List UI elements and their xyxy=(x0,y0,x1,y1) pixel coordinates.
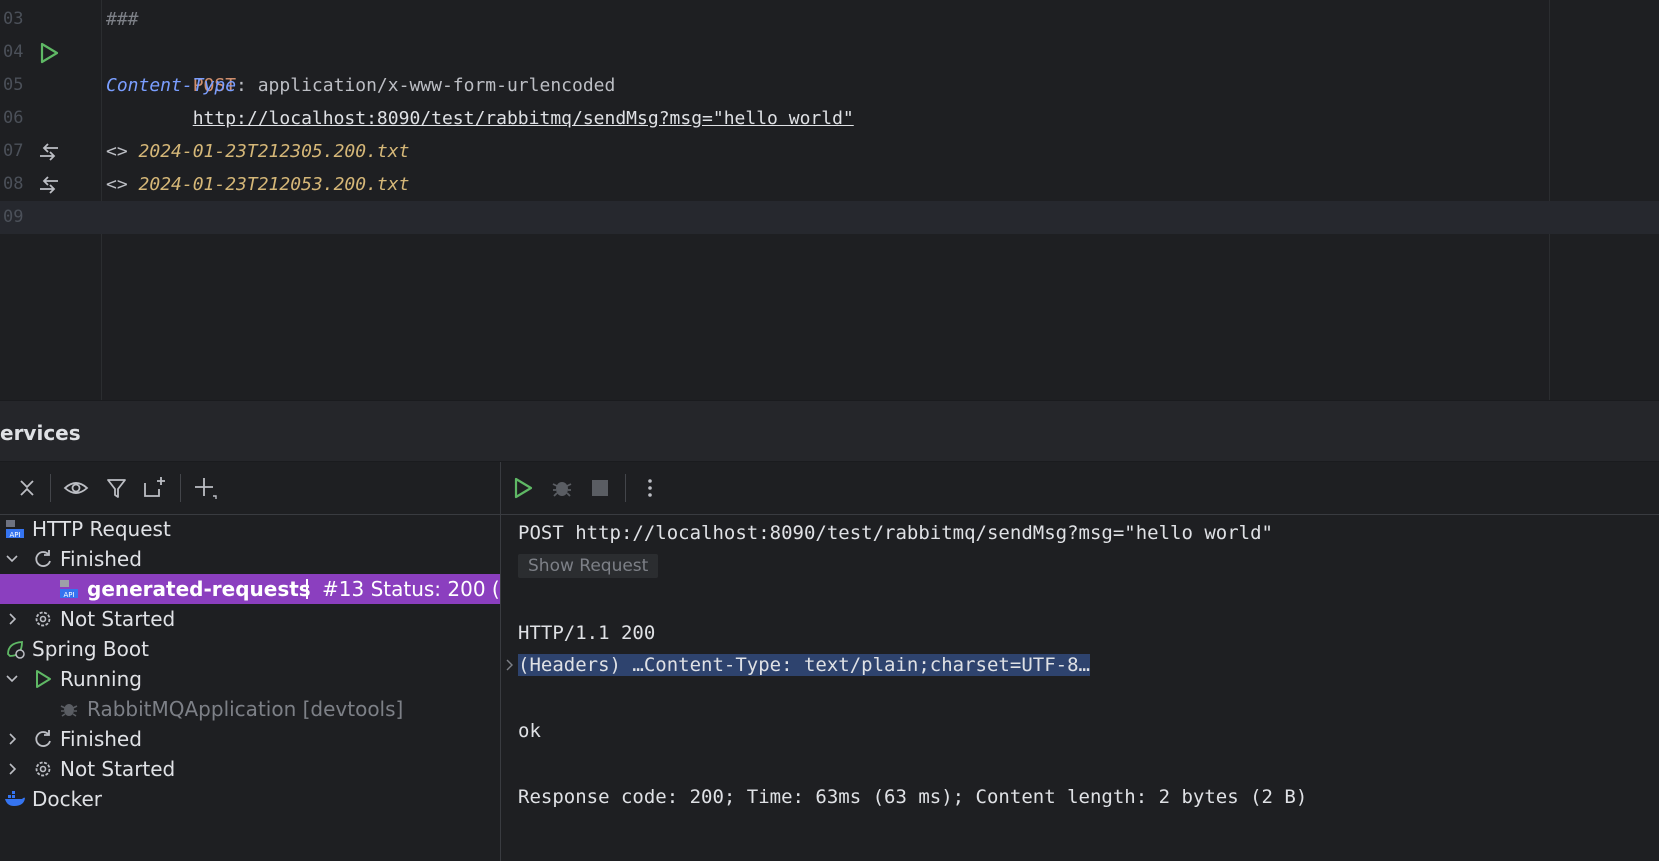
run-icon xyxy=(36,670,51,688)
line-number: 04 xyxy=(3,42,24,62)
add-service-icon[interactable] xyxy=(191,474,219,502)
services-tool-window-header: ervices xyxy=(0,400,1659,462)
eye-icon[interactable] xyxy=(62,474,90,502)
chevron-down-icon[interactable] xyxy=(5,671,19,687)
tree-node-label: Not Started xyxy=(60,607,176,631)
collapse-all-icon[interactable] xyxy=(13,474,41,502)
code-line: 08 <> 2024-01-23T212053.200.txt xyxy=(0,168,1659,201)
services-toolbar xyxy=(0,462,500,515)
line-number: 09 xyxy=(3,207,24,227)
tree-node-not-started[interactable]: Not Started xyxy=(0,604,500,634)
show-request-button[interactable]: Show Request xyxy=(518,554,659,578)
response-file-link[interactable]: 2024-01-23T212053.200.txt xyxy=(139,174,410,195)
code-line: 07 <> 2024-01-23T212305.200.txt xyxy=(0,135,1659,168)
api-icon: API xyxy=(6,520,24,539)
tree-node-label: Finished xyxy=(60,727,142,751)
debug-icon[interactable] xyxy=(548,474,576,502)
tree-node-label: generated-requests xyxy=(87,577,311,601)
header-name: Content-Type xyxy=(106,75,237,96)
gear-icon xyxy=(35,611,51,627)
new-tab-icon[interactable] xyxy=(140,474,168,502)
services-title: ervices xyxy=(0,421,81,445)
output-toolbar xyxy=(501,462,1659,515)
tree-node-docker[interactable]: Docker xyxy=(0,784,500,814)
run-icon[interactable] xyxy=(509,474,537,502)
toolbar-separator xyxy=(180,474,181,502)
header-value: : application/x-www-form-urlencoded xyxy=(236,75,616,96)
headers-fold[interactable]: (Headers) …Content-Type: text/plain;char… xyxy=(518,654,1090,676)
tree-node-label: Spring Boot xyxy=(32,637,149,661)
request-separator: ### xyxy=(106,9,139,30)
tree-node-label: Running xyxy=(60,667,142,691)
response-file-link[interactable]: 2024-01-23T212305.200.txt xyxy=(139,141,410,162)
chevron-right-icon[interactable] xyxy=(5,731,19,747)
tree-node-http-request[interactable]: API HTTP Request xyxy=(0,514,500,544)
chevron-right-icon[interactable] xyxy=(5,761,19,777)
response-summary: Response code: 200; Time: 63ms (63 ms); … xyxy=(518,786,1308,808)
more-options-icon[interactable] xyxy=(636,474,664,502)
code-line: 03 ### xyxy=(0,3,1659,36)
line-number: 08 xyxy=(3,174,24,194)
compare-response-icon[interactable] xyxy=(36,140,62,164)
tree-node-label: Finished xyxy=(60,547,142,571)
stop-icon[interactable] xyxy=(586,474,614,502)
response-marker: <> xyxy=(106,174,139,195)
refresh-icon xyxy=(35,550,51,567)
ide-window: 03 ### 04 POST http://localhost:8090/tes… xyxy=(0,0,1659,861)
tree-node-running[interactable]: Running xyxy=(0,664,500,694)
gear-icon xyxy=(35,761,51,777)
line-number: 07 xyxy=(3,141,24,161)
filter-icon[interactable] xyxy=(103,474,131,502)
run-request-icon[interactable] xyxy=(36,41,62,65)
response-marker: <> xyxy=(106,141,139,162)
chevron-right-icon[interactable] xyxy=(504,658,514,672)
code-line: 04 POST http://localhost:8090/test/rabbi… xyxy=(0,36,1659,129)
tree-node-generated-requests[interactable]: API generated-requests #13 Status: 200 (… xyxy=(0,574,512,604)
docker-icon xyxy=(5,791,25,806)
tree-node-not-started[interactable]: Not Started xyxy=(0,754,500,784)
bug-icon xyxy=(60,704,78,717)
tree-node-finished[interactable]: Finished xyxy=(0,724,500,754)
toolbar-separator xyxy=(625,474,626,502)
request-status-text: #13 Status: 200 (6 xyxy=(322,577,513,601)
response-body: ok xyxy=(518,720,541,742)
refresh-icon xyxy=(35,730,51,747)
toolbar-separator xyxy=(50,474,51,502)
code-line: 05 Content-Type: application/x-www-form-… xyxy=(0,69,1659,102)
http-editor[interactable]: 03 ### 04 POST http://localhost:8090/tes… xyxy=(0,0,1659,400)
chevron-right-icon[interactable] xyxy=(5,611,19,627)
code-line: 06 xyxy=(0,102,1659,135)
line-number: 03 xyxy=(3,9,24,29)
tree-node-label: RabbitMQApplication [devtools] xyxy=(87,697,404,721)
compare-response-icon[interactable] xyxy=(36,173,62,197)
tree-node-label: Not Started xyxy=(60,757,176,781)
tree-node-finished[interactable]: Finished xyxy=(0,544,500,574)
request-line: POST http://localhost:8090/test/rabbitmq… xyxy=(518,522,1273,544)
tree-node-label: Docker xyxy=(32,787,103,811)
line-number: 06 xyxy=(3,108,24,128)
label-divider xyxy=(306,579,308,599)
response-output-panel: POST http://localhost:8090/test/rabbitmq… xyxy=(501,462,1659,861)
code-line-current: 09 xyxy=(0,201,1659,234)
status-line: HTTP/1.1 200 xyxy=(518,622,656,644)
tree-node-rabbitmq-application[interactable]: RabbitMQApplication [devtools] xyxy=(0,694,500,724)
spring-icon xyxy=(7,641,25,659)
svg-text:API: API xyxy=(9,531,20,539)
api-file-icon: API xyxy=(60,580,78,599)
tree-node-spring-boot[interactable]: Spring Boot xyxy=(0,634,500,664)
services-tree-panel: API HTTP Request Finished API generated-… xyxy=(0,462,512,861)
chevron-down-icon[interactable] xyxy=(5,551,19,567)
line-number: 05 xyxy=(3,75,24,95)
svg-text:API: API xyxy=(63,591,74,599)
tree-node-label: HTTP Request xyxy=(32,517,171,541)
